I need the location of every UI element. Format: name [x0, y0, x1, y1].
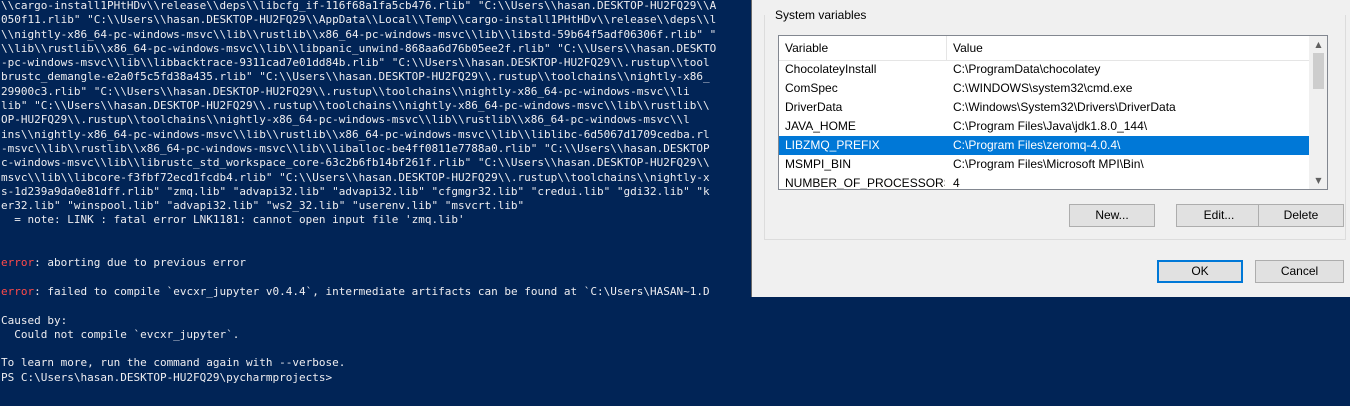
new-variable-button[interactable]: New...	[1069, 204, 1155, 227]
variable-row[interactable]: JAVA_HOME C:\Program Files\Java\jdk1.8.0_…	[779, 117, 1309, 136]
environment-variables-dialog: System variables Variable Value Chocolat…	[751, 0, 1350, 297]
terminal-line-text: \\nightly-x86_64-pc-windows-msvc\\lib\\r…	[1, 27, 717, 41]
terminal-line: PS C:\Users\hasan.DESKTOP-HU2FQ29\pychar…	[1, 371, 716, 385]
terminal-line: \\lib\\rustlib\\x86_64-pc-windows-msvc\\…	[1, 42, 716, 56]
terminal-line-text: brustc_demangle-e2a0f5c5fd38a435.rlib" "…	[1, 70, 710, 84]
cancel-button[interactable]: Cancel	[1255, 260, 1344, 283]
variable-row[interactable]: DriverData C:\Windows\System32\Drivers\Dr…	[779, 98, 1309, 117]
terminal-line-text: er32.lib" "winspool.lib" "advapi32.lib" …	[1, 199, 525, 213]
terminal-line: s-1d239a9da0e81dff.rlib" "zmq.lib" "adva…	[1, 185, 716, 199]
variable-name-cell: DriverData	[785, 100, 843, 114]
vertical-scrollbar[interactable]: ▲ ▼	[1309, 36, 1327, 189]
variable-value-cell: C:\Program Files\Java\jdk1.8.0_144\	[953, 119, 1148, 133]
terminal-line: c-windows-msvc\\lib\\librustc_std_worksp…	[1, 156, 716, 170]
terminal-line: 29900c3.rlib" "C:\\Users\\hasan.DESKTOP-…	[1, 85, 716, 99]
variable-row[interactable]: MSMPI_BIN C:\Program Files\Microsoft MPI\…	[779, 155, 1309, 174]
terminal-output: \\cargo-install1PHtHDv\\release\\deps\\l…	[1, 0, 716, 385]
column-header-value[interactable]: Value	[947, 36, 1309, 60]
list-rows: ChocolateyInstall C:\ProgramData\chocolat…	[779, 60, 1309, 190]
terminal-line-text: : failed to compile `evcxr_jupyter v0.4.…	[34, 284, 710, 298]
terminal-line-text: 050f11.rlib" "C:\\Users\\hasan.DESKTOP-H…	[1, 13, 717, 27]
variable-row[interactable]: ComSpec C:\WINDOWS\system32\cmd.exe	[779, 79, 1309, 98]
variable-value-cell: C:\Windows\System32\Drivers\DriverData	[953, 100, 1176, 114]
error-prefix: error	[1, 284, 35, 298]
terminal-line-text: To learn more, run the command again wit…	[1, 356, 346, 370]
variable-name-cell: ChocolateyInstall	[785, 62, 877, 76]
system-variables-list[interactable]: Variable Value ChocolateyInstall C:\Progr…	[778, 35, 1328, 190]
terminal-line-text: \\lib\\rustlib\\x86_64-pc-windows-msvc\\…	[1, 41, 717, 55]
variable-row[interactable]: LIBZMQ_PREFIX C:\Program Files\zeromq-4.0…	[779, 136, 1309, 155]
terminal-line: -pc-windows-msvc\\lib\\libbacktrace-9311…	[1, 56, 716, 70]
terminal-line: 050f11.rlib" "C:\\Users\\hasan.DESKTOP-H…	[1, 13, 716, 27]
terminal-line: Could not compile `evcxr_jupyter`.	[1, 328, 716, 342]
terminal-line: OP-HU2FQ29\\.rustup\\toolchains\\nightly…	[1, 113, 716, 127]
terminal-line-text: PS C:\Users\hasan.DESKTOP-HU2FQ29\pychar…	[1, 370, 333, 384]
variable-value-cell: C:\Program Files\Microsoft MPI\Bin\	[953, 157, 1144, 171]
variable-value-cell: C:\ProgramData\chocolatey	[953, 62, 1101, 76]
terminal-line: lib" "C:\\Users\\hasan.DESKTOP-HU2FQ29\\…	[1, 99, 716, 113]
terminal-line-text: c-windows-msvc\\lib\\librustc_std_worksp…	[1, 156, 710, 170]
terminal-line: brustc_demangle-e2a0f5c5fd38a435.rlib" "…	[1, 70, 716, 84]
variable-row[interactable]: NUMBER_OF_PROCESSORS 4	[779, 174, 1309, 190]
terminal-line: = note: LINK : fatal error LNK1181: cann…	[1, 213, 716, 227]
variable-value-cell: C:\WINDOWS\system32\cmd.exe	[953, 81, 1133, 95]
variable-row[interactable]: ChocolateyInstall C:\ProgramData\chocolat…	[779, 60, 1309, 79]
terminal-line: ins\\nightly-x86_64-pc-windows-msvc\\lib…	[1, 128, 716, 142]
terminal-line-text: \\cargo-install1PHtHDv\\release\\deps\\l…	[1, 0, 717, 12]
terminal-line-text: Caused by:	[1, 313, 68, 327]
column-header-variable[interactable]: Variable	[779, 36, 947, 60]
terminal-line-text: OP-HU2FQ29\\.rustup\\toolchains\\nightly…	[1, 113, 690, 127]
terminal-line: -msvc\\lib\\rustlib\\x86_64-pc-windows-m…	[1, 142, 716, 156]
variable-name-cell: MSMPI_BIN	[785, 157, 852, 171]
terminal-line-text: : aborting due to previous error	[34, 256, 247, 270]
variable-value-cell: 4	[953, 176, 960, 190]
terminal-line-text: -pc-windows-msvc\\lib\\libbacktrace-9311…	[1, 56, 710, 70]
terminal-line: error: aborting due to previous error	[1, 256, 716, 270]
variable-value-cell: C:\Program Files\zeromq-4.0.4\	[953, 138, 1121, 152]
scrollbar-thumb[interactable]	[1313, 53, 1324, 89]
ok-button[interactable]: OK	[1157, 260, 1243, 283]
system-variables-label: System variables	[772, 8, 870, 22]
terminal-line-text: 29900c3.rlib" "C:\\Users\\hasan.DESKTOP-…	[1, 84, 690, 98]
list-header: Variable Value	[779, 36, 1309, 61]
variable-name-cell: LIBZMQ_PREFIX	[785, 138, 880, 152]
terminal-line: \\cargo-install1PHtHDv\\release\\deps\\l…	[1, 0, 716, 13]
variable-name-cell: NUMBER_OF_PROCESSORS	[785, 176, 945, 190]
terminal-line: msvc\\lib\\libcore-f3fbf72ecd1fcdb4.rlib…	[1, 171, 716, 185]
terminal-line: \\nightly-x86_64-pc-windows-msvc\\lib\\r…	[1, 28, 716, 42]
terminal-line-text: msvc\\lib\\libcore-f3fbf72ecd1fcdb4.rlib…	[1, 170, 710, 184]
error-prefix: error	[1, 256, 35, 270]
terminal-line-text: lib" "C:\\Users\\hasan.DESKTOP-HU2FQ29\\…	[1, 99, 710, 113]
scroll-up-icon[interactable]: ▲	[1310, 36, 1327, 53]
edit-variable-button[interactable]: Edit...	[1176, 204, 1262, 227]
delete-variable-button[interactable]: Delete	[1258, 204, 1344, 227]
terminal-line: error: failed to compile `evcxr_jupyter …	[1, 285, 716, 299]
variable-name-cell: JAVA_HOME	[785, 119, 856, 133]
terminal-line: To learn more, run the command again wit…	[1, 356, 716, 370]
terminal-line-text: Could not compile `evcxr_jupyter`.	[1, 327, 240, 341]
terminal-line-text: ins\\nightly-x86_64-pc-windows-msvc\\lib…	[1, 127, 710, 141]
scroll-down-icon[interactable]: ▼	[1310, 172, 1327, 189]
terminal-line: er32.lib" "winspool.lib" "advapi32.lib" …	[1, 199, 716, 213]
terminal-line: Caused by:	[1, 314, 716, 328]
variable-name-cell: ComSpec	[785, 81, 838, 95]
terminal-line-text: -msvc\\lib\\rustlib\\x86_64-pc-windows-m…	[1, 141, 710, 155]
terminal-line-text: s-1d239a9da0e81dff.rlib" "zmq.lib" "adva…	[1, 184, 710, 198]
terminal-line-text: = note: LINK : fatal error LNK1181: cann…	[1, 213, 465, 227]
